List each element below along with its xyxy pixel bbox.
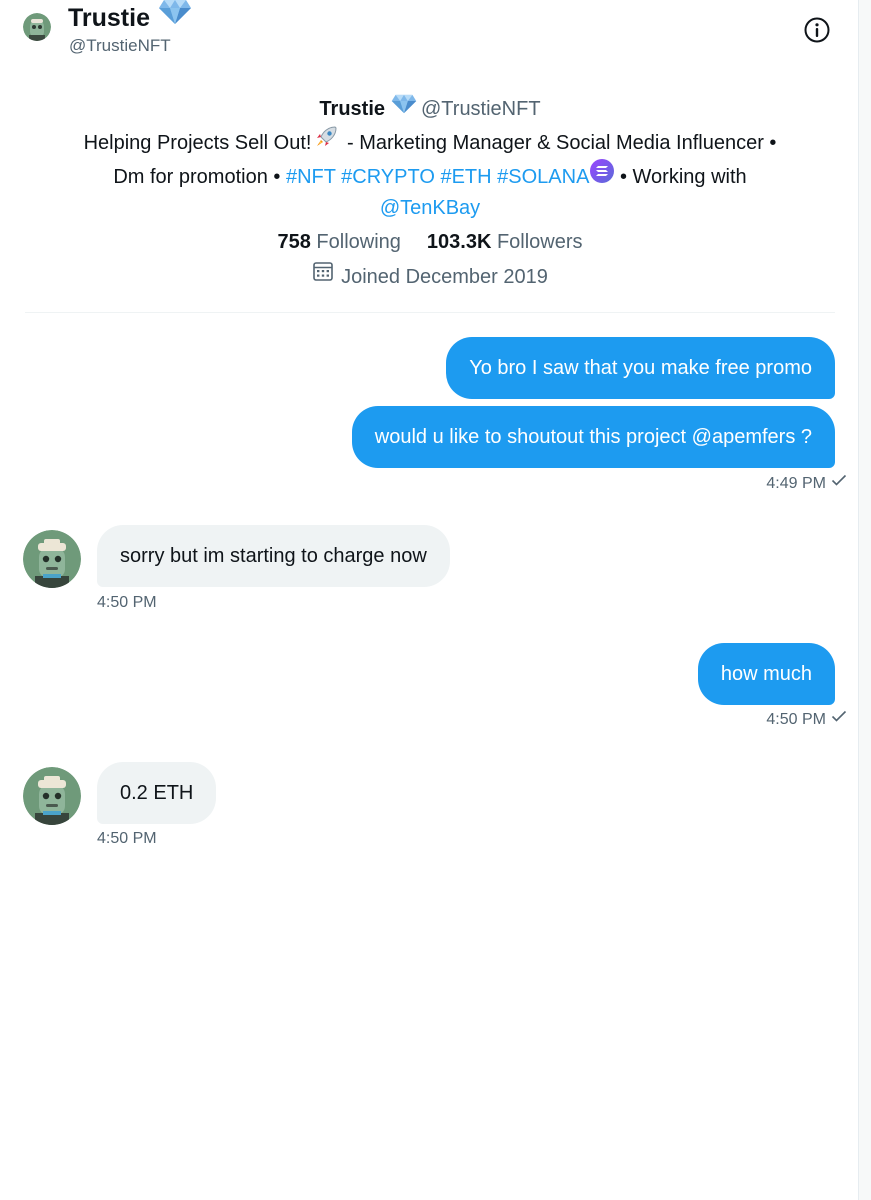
bio-text: • Working with (619, 165, 747, 188)
followers-stat[interactable]: 103.3K Followers (427, 227, 583, 257)
profile-bio: Helping Projects Sell Out! - Marketing M… (40, 126, 820, 223)
message-timestamp: 4:50 PM (766, 710, 847, 730)
message-text: would u like to shoutout this project @a… (374, 426, 812, 448)
message-text: how much (720, 663, 812, 685)
profile-handle: @TrustieNFT (421, 98, 541, 120)
diamond-icon (158, 0, 192, 33)
check-icon (831, 473, 847, 493)
followers-label: Followers (496, 230, 583, 253)
scrollbar-track[interactable] (858, 0, 871, 1200)
bio-text: Helping Projects Sell Out! (83, 131, 312, 154)
hashtag-link[interactable]: #NFT (286, 166, 336, 188)
profile-card[interactable]: Trustie @TrustieNFT Helping Projects Sel… (25, 94, 835, 293)
message-bubble-sent[interactable]: how much (697, 643, 835, 705)
following-label: Following (316, 230, 401, 253)
avatar[interactable] (23, 767, 81, 825)
bio-text: - Marketing Manager & Social Media Influ… (341, 131, 777, 154)
divider (25, 312, 835, 313)
message-bubble-received[interactable]: 0.2 ETH (97, 762, 217, 824)
info-button[interactable] (803, 16, 831, 44)
message-bubble-sent[interactable]: would u like to shoutout this project @a… (351, 406, 835, 468)
calendar-icon (312, 260, 334, 291)
profile-title: Trustie @TrustieNFT (25, 94, 835, 125)
mention-link[interactable]: @TenKBay (380, 197, 480, 219)
hashtag-link[interactable]: #SOLANA (497, 166, 589, 188)
diamond-icon (391, 93, 417, 123)
profile-stats: 758 Following 103.3K Followers (25, 227, 835, 257)
following-stat[interactable]: 758 Following (277, 227, 400, 257)
message-bubble-sent[interactable]: Yo bro I saw that you make free promo (446, 337, 835, 399)
info-icon (804, 17, 830, 43)
message-text: sorry but im starting to charge now (120, 545, 427, 567)
joined-text: Joined December 2019 (341, 265, 548, 288)
avatar[interactable] (23, 530, 81, 588)
message-text: 0.2 ETH (120, 782, 194, 804)
message-text: Yo bro I saw that you make free promo (469, 357, 812, 379)
header-name: Trustie (68, 4, 150, 32)
followers-count: 103.3K (426, 230, 492, 253)
joined-date: Joined December 2019 (25, 262, 835, 293)
rocket-icon (313, 124, 339, 159)
dm-conversation: Trustie @TrustieNFT Trustie @TrustieNFT … (0, 0, 871, 1200)
profile-name: Trustie (319, 98, 385, 120)
message-timestamp: 4:49 PM (766, 474, 847, 494)
message-timestamp: 4:50 PM (97, 830, 157, 847)
hashtag-link[interactable]: #ETH (440, 166, 491, 188)
check-icon (831, 709, 847, 729)
bio-text: Dm for promotion • (113, 165, 281, 188)
message-timestamp: 4:50 PM (97, 594, 157, 611)
hashtag-link[interactable]: #CRYPTO (341, 166, 435, 188)
following-count: 758 (277, 230, 311, 253)
timestamp-text: 4:50 PM (766, 711, 826, 729)
message-bubble-received[interactable]: sorry but im starting to charge now (97, 525, 450, 587)
header-avatar[interactable] (23, 13, 51, 41)
header-handle: @TrustieNFT (69, 36, 171, 55)
solana-icon (590, 158, 615, 192)
header-title: Trustie (68, 0, 192, 36)
timestamp-text: 4:49 PM (766, 475, 826, 493)
